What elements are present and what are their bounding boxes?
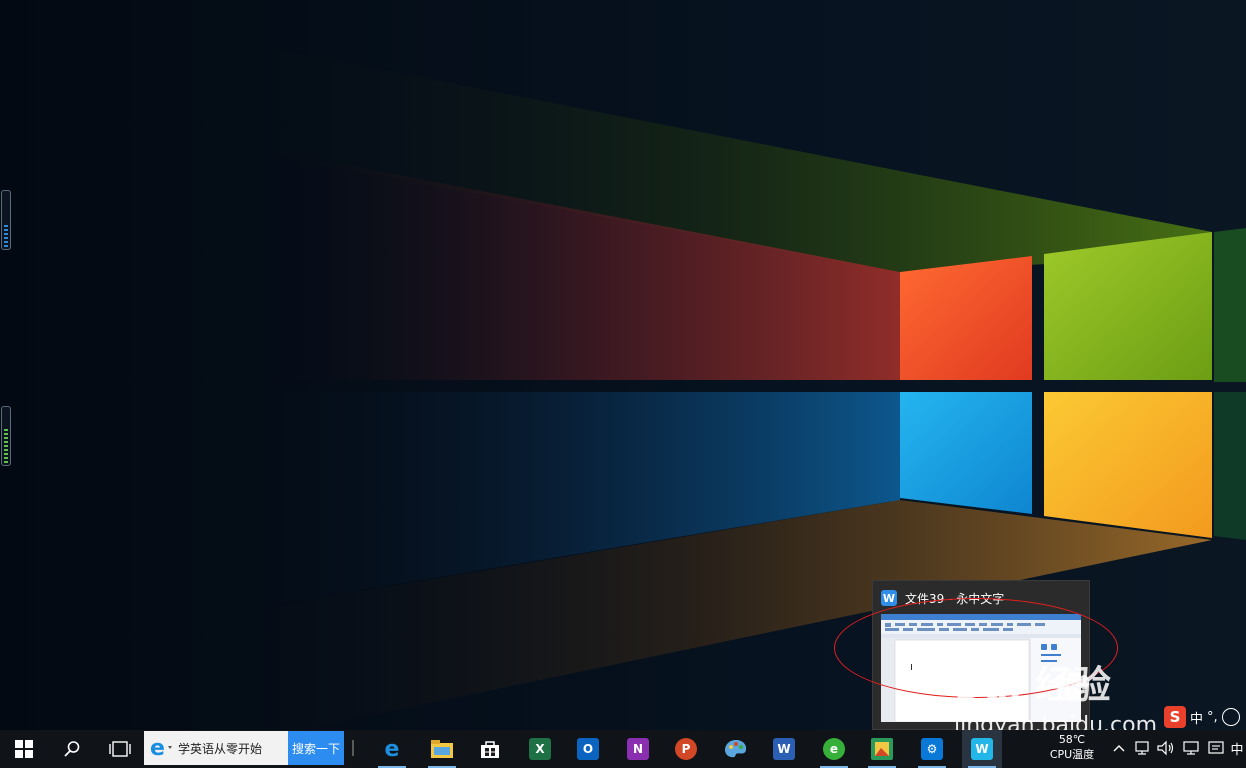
yozo-office-icon: W (881, 590, 897, 606)
ime-toolbar[interactable]: S 中 °, (1164, 706, 1240, 728)
taskbar-paint[interactable] (716, 730, 756, 768)
taskbar-word[interactable]: W (764, 730, 804, 768)
taskbar-onenote[interactable]: N (618, 730, 658, 768)
taskbar-browser-360[interactable]: e (814, 730, 854, 768)
photo-app-icon (871, 738, 893, 760)
search-submit-button[interactable]: 搜索一下 (288, 731, 344, 765)
ime-mode-toggle[interactable]: 中 (1190, 708, 1203, 727)
start-button[interactable] (4, 730, 44, 768)
taskbar-excel[interactable]: X (520, 730, 560, 768)
cpu-temperature-label: CPU温度 (1049, 748, 1095, 761)
taskbar-photo-app[interactable] (862, 730, 902, 768)
tray-network[interactable] (1132, 738, 1152, 758)
ime-punct-toggle[interactable]: °, (1207, 710, 1218, 725)
side-meter-top[interactable] (1, 190, 11, 250)
ime-emoji-icon[interactable] (1221, 708, 1240, 726)
tray-action-center[interactable] (1206, 738, 1226, 758)
action-center-icon (1208, 741, 1224, 754)
settings-gear-icon: ⚙ (921, 738, 943, 760)
baidu-watermark-logo: Bai 经验 jingyan.baidu.com (953, 663, 1157, 738)
monitor-icon (1183, 741, 1199, 755)
taskbar-file-explorer[interactable] (422, 730, 462, 768)
cpu-temperature-widget[interactable]: 58℃ CPU温度 (1040, 732, 1104, 762)
paint-palette-icon (725, 740, 747, 758)
onenote-icon: N (627, 738, 649, 760)
taskbar-settings[interactable]: ⚙ (912, 730, 952, 768)
word-icon: W (773, 738, 795, 760)
edge-icon: e (384, 736, 400, 762)
taskbar-edge[interactable]: e (372, 730, 412, 768)
powerpoint-icon: P (675, 738, 697, 760)
search-button[interactable] (52, 730, 92, 768)
yozo-office-taskbar-icon: W (971, 738, 993, 760)
taskbar-divider (352, 740, 354, 756)
browser-360-icon: e (823, 738, 845, 760)
taskbar-search-box[interactable]: e 学英语从零开始 (144, 731, 288, 765)
search-icon (64, 741, 80, 757)
task-view-icon (109, 741, 131, 757)
store-bag-icon (481, 741, 499, 758)
side-meter-bottom[interactable] (1, 406, 11, 466)
taskbar-yozo-office[interactable]: W (962, 730, 1002, 768)
tray-overflow-chevron[interactable] (1110, 738, 1128, 758)
taskbar-store[interactable] (470, 730, 510, 768)
folder-icon (431, 740, 453, 758)
taskbar-powerpoint[interactable]: P (666, 730, 706, 768)
tray-display[interactable] (1182, 738, 1202, 758)
taskbar-outlook[interactable]: O (568, 730, 608, 768)
task-view-button[interactable] (100, 730, 140, 768)
sogou-icon[interactable]: S (1164, 706, 1186, 728)
outlook-icon: O (577, 738, 599, 760)
search-box-text[interactable]: 学英语从零开始 (178, 740, 262, 757)
chevron-up-icon (1113, 745, 1125, 752)
tray-input-language[interactable]: 中 (1228, 738, 1246, 758)
excel-icon: X (529, 738, 551, 760)
svg-text:e: e (150, 737, 165, 759)
speaker-icon (1157, 740, 1174, 756)
windows-logo-icon (15, 740, 33, 758)
network-icon (1135, 741, 1149, 755)
cpu-temperature-value: 58℃ (1058, 733, 1086, 746)
ie-icon: e (150, 737, 172, 759)
tray-volume[interactable] (1156, 738, 1176, 758)
